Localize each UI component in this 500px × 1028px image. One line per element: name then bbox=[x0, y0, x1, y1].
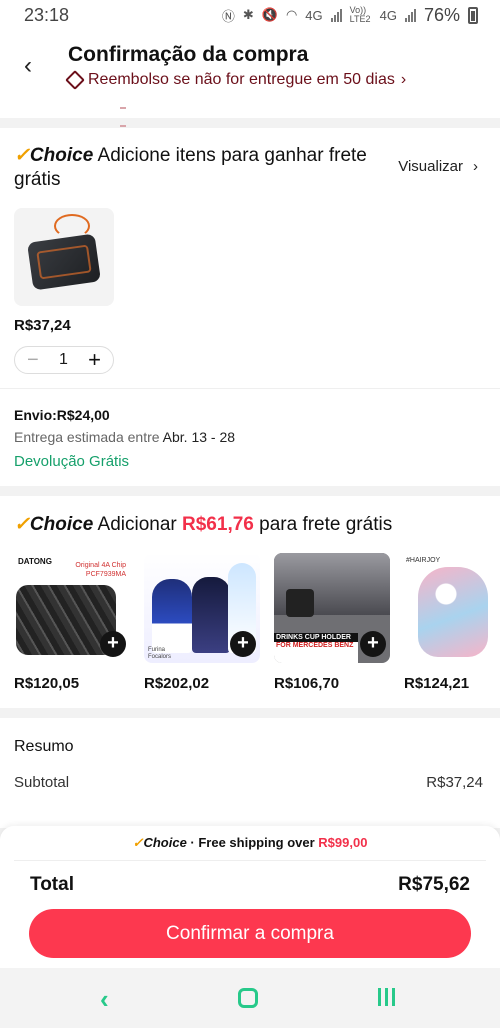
nav-back-icon[interactable]: ‹ bbox=[100, 984, 109, 1015]
eta-prefix: Entrega estimada entre bbox=[14, 429, 160, 445]
image-banner: DRINKS CUP HOLDER FOR MERCEDES BENZ bbox=[274, 633, 358, 663]
view-button[interactable]: Visualizar › bbox=[398, 158, 478, 175]
add-heading-after: para frete grátis bbox=[259, 514, 393, 535]
choice-check-icon: ✓ bbox=[132, 835, 144, 850]
confirm-purchase-button[interactable]: Confirmar a compra bbox=[29, 909, 471, 958]
nfc-icon: Ⓝ bbox=[221, 8, 235, 24]
costume-figure bbox=[192, 577, 230, 653]
promo-amount: R$99,00 bbox=[318, 835, 368, 850]
wifi-icon: ◠ bbox=[285, 7, 298, 22]
refund-guarantee-link[interactable]: Reembolso se não for entregue em 50 dias… bbox=[65, 70, 407, 90]
clock: 23:18 bbox=[24, 4, 70, 25]
costume-figure bbox=[152, 579, 192, 653]
item-price: R$202,02 bbox=[144, 675, 210, 692]
add-heading-before: Adicionar bbox=[97, 514, 177, 535]
suggested-item[interactable]: Furina Focalors + R$202,02 bbox=[144, 553, 260, 699]
subtotal-value: R$37,24 bbox=[426, 774, 483, 791]
choice-heading: ✓Choice Adicione itens para ganhar frete… bbox=[14, 144, 392, 192]
product-price: R$37,24 bbox=[14, 317, 71, 334]
system-navigation-bar: ‹ bbox=[0, 968, 500, 1028]
back-arrow-icon[interactable]: ‹ bbox=[24, 52, 46, 80]
promo-text: · Free shipping over bbox=[190, 835, 315, 850]
add-to-cart-button[interactable]: + bbox=[100, 631, 126, 657]
chevron-right-icon: › bbox=[400, 71, 407, 88]
cup-holder-graphic bbox=[286, 589, 314, 617]
quantity-value: 1 bbox=[58, 351, 68, 368]
suggested-item[interactable]: DRINKS CUP HOLDER FOR MERCEDES BENZ + R$… bbox=[274, 553, 390, 699]
eta-dates: Abr. 13 - 28 bbox=[162, 429, 236, 445]
choice-badge: Choice bbox=[29, 145, 94, 166]
nav-home-icon[interactable] bbox=[238, 988, 258, 1008]
product-device-graphic bbox=[26, 233, 102, 291]
add-to-cart-button[interactable]: + bbox=[230, 631, 256, 657]
item-image: #HAIRJOY bbox=[404, 553, 490, 663]
quantity-stepper: − 1 + bbox=[14, 346, 114, 374]
item-price: R$124,21 bbox=[404, 675, 470, 692]
network-label-2: 4G bbox=[379, 7, 397, 23]
add-items-card: ✓Choice Adicionar R$61,76 para frete grá… bbox=[0, 496, 500, 708]
nav-recents-icon[interactable] bbox=[378, 988, 395, 1006]
delivery-estimate: Entrega estimada entre Abr. 13 - 28 bbox=[14, 429, 235, 445]
status-bar: 23:18 Ⓝ ✱ 🔇 ◠ 4G Vo)) LTE2 4G 76% bbox=[0, 0, 500, 30]
brand-logo: DATONG bbox=[18, 557, 52, 566]
subtotal-label: Subtotal bbox=[14, 774, 70, 791]
item-price: R$106,70 bbox=[274, 675, 340, 692]
battery-percent: 76% bbox=[423, 4, 460, 25]
image-caption: Furina Focalors bbox=[148, 647, 172, 660]
total-value: R$75,62 bbox=[398, 874, 470, 895]
chevron-right-icon: › bbox=[473, 158, 478, 175]
page-title: Confirmação da compra bbox=[68, 43, 309, 66]
image-label: Original 4A Chip PCF7939MA bbox=[75, 562, 126, 578]
increase-quantity-button[interactable]: + bbox=[88, 347, 101, 373]
divider bbox=[0, 388, 500, 389]
suggested-item[interactable]: DATONG Original 4A Chip PCF7939MA + R$12… bbox=[14, 553, 130, 699]
view-label: Visualizar bbox=[398, 158, 463, 175]
brand-tag: #HAIRJOY bbox=[406, 557, 441, 564]
item-price: R$120,05 bbox=[14, 675, 80, 692]
choice-order-card: ✓Choice Adicione itens para ganhar frete… bbox=[0, 128, 500, 486]
choice-badge: Choice bbox=[29, 514, 94, 535]
scrolled-content-edge bbox=[120, 96, 220, 127]
product-thumbnail[interactable] bbox=[14, 208, 114, 306]
divider bbox=[14, 860, 486, 861]
summary-card: Resumo Subtotal R$37,24 bbox=[0, 718, 500, 828]
add-items-heading: ✓Choice Adicionar R$61,76 para frete grá… bbox=[14, 513, 392, 536]
choice-badge: Choice bbox=[143, 835, 187, 850]
summary-title: Resumo bbox=[14, 738, 74, 755]
total-label: Total bbox=[30, 874, 74, 895]
choice-check-icon: ✓ bbox=[14, 145, 30, 166]
suggested-items-carousel[interactable]: DATONG Original 4A Chip PCF7939MA + R$12… bbox=[14, 553, 500, 699]
wig-graphic bbox=[418, 567, 488, 657]
signal-icon bbox=[330, 8, 342, 22]
network-label: 4G bbox=[305, 7, 323, 23]
volte-label: Vo)) LTE2 bbox=[349, 5, 371, 24]
free-return-label: Devolução Grátis bbox=[14, 453, 130, 470]
decrease-quantity-button[interactable]: − bbox=[27, 349, 39, 372]
refund-text: Reembolso se não for entregue em 50 dias bbox=[88, 71, 395, 88]
status-icons: Ⓝ ✱ 🔇 ◠ 4G Vo)) LTE2 4G 76% bbox=[222, 5, 478, 26]
banner-line: FOR MERCEDES BENZ bbox=[276, 642, 354, 649]
bluetooth-icon: ✱ bbox=[242, 7, 254, 22]
shipping-cost: Envio:R$24,00 bbox=[14, 407, 110, 423]
signal-icon-2 bbox=[404, 8, 416, 22]
missing-amount: R$61,76 bbox=[182, 514, 254, 535]
free-shipping-promo: ✓Choice · Free shipping over R$99,00 bbox=[0, 835, 500, 851]
package-icon bbox=[65, 70, 85, 90]
battery-icon bbox=[468, 6, 478, 24]
add-to-cart-button[interactable]: + bbox=[360, 631, 386, 657]
suggested-item[interactable]: #HAIRJOY R$124,21 bbox=[404, 553, 500, 699]
mute-icon: 🔇 bbox=[261, 7, 278, 22]
page-header: ‹ Confirmação da compra Reembolso se não… bbox=[0, 30, 500, 127]
choice-check-icon: ✓ bbox=[14, 514, 30, 535]
checkout-footer: ✓Choice · Free shipping over R$99,00 Tot… bbox=[0, 826, 500, 968]
banner-line: DRINKS CUP HOLDER bbox=[274, 633, 358, 642]
